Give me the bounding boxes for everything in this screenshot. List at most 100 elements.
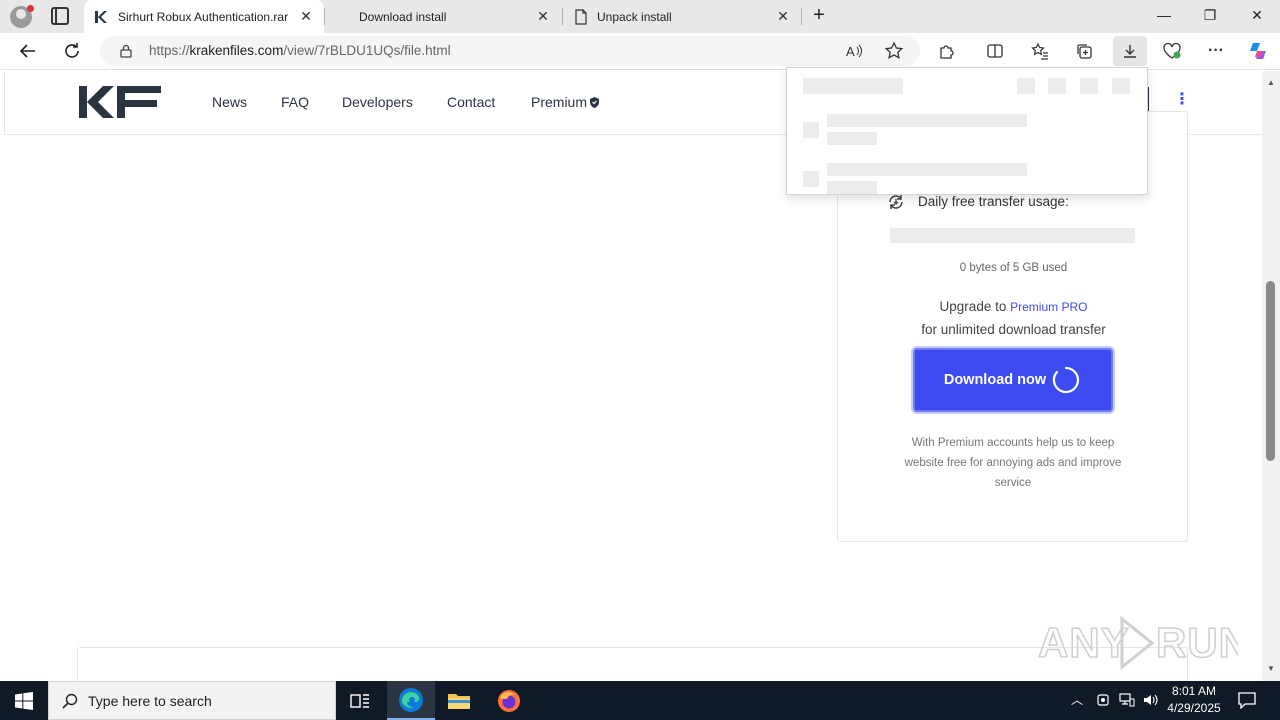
flyout-action-placeholder [1017, 78, 1035, 94]
nav-premium-link[interactable]: Premium [531, 94, 600, 110]
flyout-item-text-placeholder [827, 132, 877, 145]
flyout-action-placeholder [1048, 78, 1066, 94]
transfer-cycle-icon [889, 195, 903, 209]
premium-note: With Premium accounts help us to keep we… [904, 437, 1122, 489]
nav-faq-link[interactable]: FAQ [281, 94, 309, 110]
krakenfiles-logo[interactable] [79, 84, 161, 120]
tab-unpack-install[interactable]: Unpack install ✕ [563, 0, 801, 33]
url-text[interactable]: https://krakenfiles.com/view/7rBLDU1UQs/… [149, 43, 451, 58]
file-explorer-taskbar-button[interactable] [435, 681, 483, 720]
krakenfiles-favicon-icon [95, 10, 107, 23]
flyout-title-placeholder [803, 78, 903, 94]
content-box [77, 647, 1188, 681]
page-scrollbar[interactable]: ▲ ▼ [1262, 71, 1280, 681]
profile-notification-dot [27, 5, 34, 12]
copilot-button[interactable] [1244, 37, 1272, 65]
scroll-up-arrow-icon[interactable]: ▲ [1262, 75, 1280, 91]
back-arrow-icon [19, 44, 35, 58]
nav-premium-label: Premium [531, 94, 588, 110]
flyout-action-placeholder [1112, 78, 1130, 94]
loading-spinner-icon [1052, 366, 1080, 394]
new-tab-button[interactable]: + [808, 4, 830, 28]
device-icon[interactable] [1096, 693, 1110, 707]
network-icon[interactable] [1119, 693, 1135, 707]
tab-sirhurt[interactable]: Sirhurt Robux Authentication.rar ✕ [84, 0, 324, 33]
page-icon [575, 8, 587, 25]
read-aloud-icon[interactable]: A [845, 42, 863, 60]
taskbar-clock[interactable]: 8:01 AM 4/29/2025 [1160, 683, 1228, 717]
flyout-item-text-placeholder [827, 114, 1027, 127]
tab-separator [801, 8, 802, 25]
favorites-button[interactable] [1026, 37, 1054, 65]
tab-close-icon[interactable]: ✕ [294, 8, 318, 25]
nav-developers-link[interactable]: Developers [342, 94, 413, 110]
notification-center-icon[interactable] [1238, 692, 1256, 709]
extensions-button[interactable] [933, 37, 961, 65]
anyrun-watermark: ANY RUN [1037, 611, 1250, 671]
download-button-label: Download now [943, 372, 1047, 388]
tray-overflow-icon[interactable]: ︿ [1071, 691, 1083, 708]
tab-title: Unpack install [597, 9, 672, 24]
collections-button[interactable] [1070, 37, 1098, 65]
flyout-item-text-placeholder [827, 181, 877, 194]
scroll-down-arrow-icon[interactable]: ▼ [1262, 661, 1280, 677]
settings-more-icon[interactable]: ··· [1202, 37, 1230, 65]
clock-date: 4/29/2025 [1167, 701, 1221, 715]
copilot-icon [1250, 43, 1266, 59]
anyrun-logo: ANY RUN [1037, 615, 1250, 671]
start-button[interactable] [0, 681, 48, 720]
refresh-button[interactable] [58, 37, 86, 65]
restore-button[interactable]: ❐ [1187, 0, 1233, 33]
flyout-item-icon-placeholder [803, 171, 819, 187]
usage-text: 0 bytes of 5 GB used [959, 262, 1068, 274]
nav-contact-link[interactable]: Contact [447, 94, 495, 110]
split-screen-button[interactable] [981, 37, 1009, 65]
firefox-taskbar-button[interactable] [485, 681, 533, 720]
tab-close-icon[interactable]: ✕ [531, 8, 555, 25]
volume-icon[interactable] [1143, 693, 1159, 707]
close-window-button[interactable]: ✕ [1234, 0, 1280, 33]
usage-title: Daily free transfer usage: [889, 194, 1069, 209]
nav-news-link[interactable]: News [212, 94, 247, 110]
tab-title: Download install [359, 9, 447, 24]
flyout-item-icon-placeholder [803, 122, 819, 138]
split-screen-icon [987, 44, 1003, 58]
upgrade-text: Upgrade to Premium PRO [939, 299, 1088, 314]
tab-actions-icon[interactable] [51, 7, 69, 25]
heart-pulse-icon [1163, 42, 1181, 59]
search-placeholder: Type here to search [88, 693, 212, 709]
windows-taskbar: Type here to search ︿ 8:01 AM 4/29/2025 [0, 681, 1280, 720]
scrollbar-thumb[interactable] [1266, 281, 1275, 461]
tab-download-install[interactable]: Download install ✕ [325, 0, 561, 33]
search-icon [62, 693, 78, 709]
downloads-button[interactable] [1113, 36, 1147, 66]
download-icon [1124, 45, 1136, 58]
svg-text:A: A [846, 44, 855, 59]
svg-text:RUN: RUN [1156, 619, 1238, 666]
taskbar-search-box[interactable]: Type here to search [48, 681, 336, 720]
premium-pro-link[interactable]: Premium PRO [1010, 300, 1087, 314]
refresh-icon [65, 43, 79, 58]
nav-menu-icon[interactable]: ⋮ [1174, 89, 1190, 109]
edge-taskbar-button[interactable] [387, 681, 435, 720]
browser-toolbar: https://krakenfiles.com/view/7rBLDU1UQs/… [0, 33, 1280, 70]
tab-close-icon[interactable]: ✕ [771, 8, 795, 25]
firefox-icon [498, 689, 520, 712]
download-now-button[interactable]: Download now [913, 348, 1113, 412]
address-bar[interactable]: https://krakenfiles.com/view/7rBLDU1UQs/… [100, 36, 920, 66]
lock-icon[interactable] [119, 44, 133, 58]
downloads-flyout [786, 67, 1148, 195]
browser-essentials-button[interactable] [1158, 37, 1186, 65]
upgrade-text-2: for unlimited download transfer [921, 322, 1106, 337]
tab-strip: Sirhurt Robux Authentication.rar ✕ Downl… [0, 0, 1280, 33]
collections-icon [1077, 44, 1092, 59]
usage-progress-bar [890, 228, 1135, 243]
clock-time: 8:01 AM [1171, 684, 1217, 698]
shield-icon [590, 97, 600, 108]
task-view-button[interactable] [336, 681, 384, 720]
minimize-button[interactable]: — [1141, 0, 1187, 33]
favorite-star-icon[interactable] [884, 41, 904, 61]
back-button[interactable] [14, 37, 42, 65]
edge-icon [399, 687, 423, 712]
svg-text:ANY: ANY [1038, 619, 1130, 666]
